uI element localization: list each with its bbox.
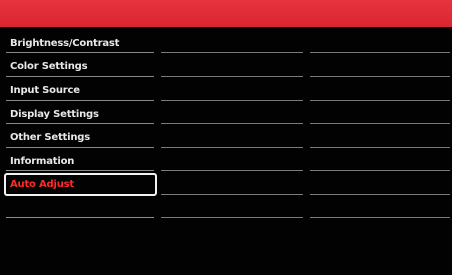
- menu-item-color-settings[interactable]: Color Settings: [4, 55, 157, 78]
- divider: [6, 170, 154, 171]
- divider: [6, 147, 154, 148]
- menu-item-other-settings[interactable]: Other Settings: [4, 126, 157, 149]
- divider: [6, 123, 154, 124]
- monitor-osd-menu: Brightness/Contrast Color Settings Input…: [0, 0, 452, 275]
- menu-item-input-source[interactable]: Input Source: [4, 79, 157, 102]
- divider: [6, 100, 154, 101]
- menu-item-auto-adjust[interactable]: Auto Adjust: [4, 173, 157, 196]
- submenu-divider: [161, 147, 303, 148]
- value-divider: [310, 52, 450, 53]
- submenu-divider: [161, 217, 303, 218]
- submenu-divider: [161, 76, 303, 77]
- value-divider: [310, 147, 450, 148]
- value-divider: [310, 170, 450, 171]
- submenu-divider: [161, 52, 303, 53]
- value-divider: [310, 194, 450, 195]
- submenu-divider: [161, 170, 303, 171]
- osd-header-bar: [0, 0, 452, 27]
- value-divider: [310, 100, 450, 101]
- divider: [6, 76, 154, 77]
- submenu-divider: [161, 100, 303, 101]
- divider: [6, 217, 154, 218]
- value-divider: [310, 76, 450, 77]
- submenu-divider: [161, 194, 303, 195]
- divider: [6, 52, 154, 53]
- submenu-divider: [161, 123, 303, 124]
- value-divider: [310, 123, 450, 124]
- value-divider: [310, 217, 450, 218]
